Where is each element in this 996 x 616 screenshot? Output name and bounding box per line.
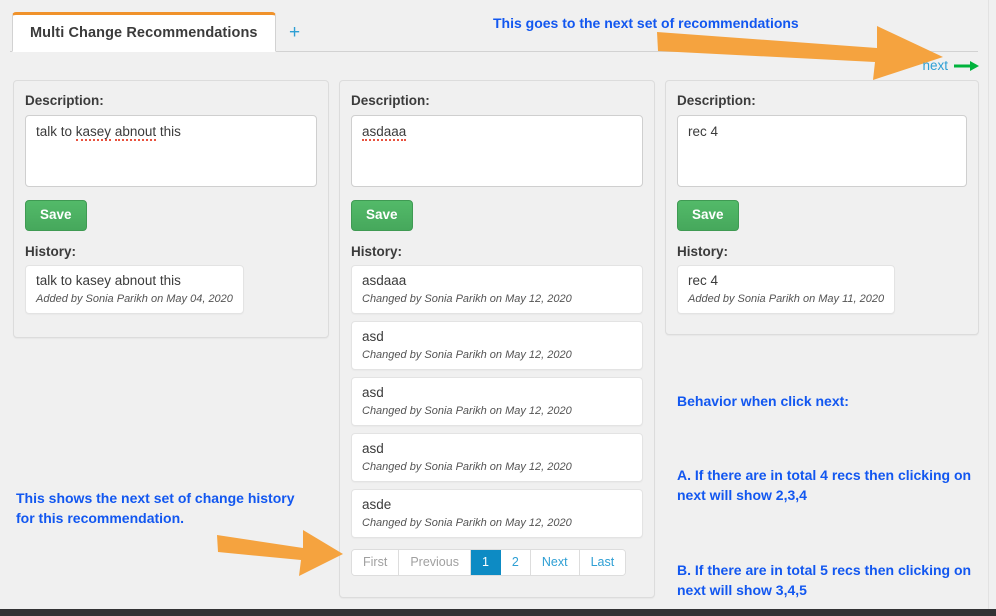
history-item: asd Changed by Sonia Parikh on May 12, 2… xyxy=(351,376,643,426)
desc-text-3: rec 4 xyxy=(688,124,719,139)
plus-icon: + xyxy=(289,21,301,43)
history-label-3: History: xyxy=(677,243,729,259)
annotation-change-history: This shows the next set of change histor… xyxy=(16,490,295,526)
recommendation-card-1: Description: talk to kasey abnout this S… xyxy=(13,80,329,338)
annotation-next-recommendations: This goes to the next set of recommendat… xyxy=(493,15,799,31)
description-label-2: Description: xyxy=(351,93,430,108)
pagination-first[interactable]: First xyxy=(352,549,400,575)
description-input-3[interactable]: rec 4 xyxy=(677,115,967,187)
arrow-right-icon xyxy=(954,60,979,71)
history-item-meta: Changed by Sonia Parikh on May 12, 2020 xyxy=(362,516,572,529)
tab-multi-change-recommendations[interactable]: Multi Change Recommendations xyxy=(12,12,276,52)
desc-text-pre-1: talk to xyxy=(36,124,76,139)
app-root: Multi Change Recommendations + next Desc… xyxy=(0,0,996,616)
history-item-text: asdaaa xyxy=(362,272,407,288)
description-label-1: Description: xyxy=(25,93,104,108)
add-tab-button[interactable]: + xyxy=(275,12,314,52)
history-item-meta: Added by Sonia Parikh on May 11, 2020 xyxy=(688,292,885,305)
annotation-behavior-heading: Behavior when click next: xyxy=(677,392,849,409)
description-input-1[interactable]: talk to kasey abnout this xyxy=(25,115,317,187)
history-item: asd Changed by Sonia Parikh on May 12, 2… xyxy=(351,432,643,482)
save-button-3[interactable]: Save xyxy=(677,200,739,231)
next-recommendations-link[interactable]: next xyxy=(922,58,980,73)
save-button-2[interactable]: Save xyxy=(351,200,413,231)
desc-text-post-1: this xyxy=(156,124,181,139)
pagination-last[interactable]: Last xyxy=(579,549,626,575)
history-item-text: talk to kasey abnout this xyxy=(36,272,181,288)
pagination-previous[interactable]: Previous xyxy=(399,549,471,575)
annotation-behavior-b: B. If there are in total 5 recs then cli… xyxy=(677,561,972,598)
history-item-text: asd xyxy=(362,384,384,400)
recommendation-card-2: Description: asdaaa Save History: asdaaa… xyxy=(339,80,655,598)
pagination-page-2[interactable]: 2 xyxy=(500,549,531,575)
history-pagination[interactable]: First Previous 1 2 Next Last xyxy=(351,548,627,576)
desc-misspelled-1: kasey xyxy=(75,124,112,141)
annotation-behavior-a: A. If there are in total 4 recs then cli… xyxy=(677,467,972,504)
save-button-1[interactable]: Save xyxy=(25,200,87,231)
desc-misspelled-2: abnout xyxy=(114,124,157,141)
window-right-edge xyxy=(988,0,996,616)
history-item-meta: Changed by Sonia Parikh on May 12, 2020 xyxy=(362,460,572,473)
recommendation-card-3: Description: rec 4 Save History: rec 4 A… xyxy=(665,80,979,335)
history-item-meta: Changed by Sonia Parikh on May 12, 2020 xyxy=(362,292,572,305)
history-item: rec 4 Added by Sonia Parikh on May 11, 2… xyxy=(677,264,896,314)
history-item: asdaaa Changed by Sonia Parikh on May 12… xyxy=(351,264,643,314)
description-input-2[interactable]: asdaaa xyxy=(351,115,643,187)
history-item-text: asd xyxy=(362,328,384,344)
history-item-meta: Changed by Sonia Parikh on May 12, 2020 xyxy=(362,348,572,361)
description-label-3: Description: xyxy=(677,93,756,108)
history-item-text: rec 4 xyxy=(688,272,719,288)
history-item-text: asd xyxy=(362,440,384,456)
window-bottom-bar xyxy=(0,609,996,616)
pagination-page-1[interactable]: 1 xyxy=(470,549,501,575)
history-item-text: asde xyxy=(362,496,392,512)
history-item: asd Changed by Sonia Parikh on May 12, 2… xyxy=(351,320,643,370)
history-item: asde Changed by Sonia Parikh on May 12, … xyxy=(351,488,643,538)
annotation-next-behavior: Behavior when click next: A. If there ar… xyxy=(677,352,996,616)
history-label-2: History: xyxy=(351,243,403,259)
history-item-meta: Added by Sonia Parikh on May 04, 2020 xyxy=(36,292,233,305)
history-label-1: History: xyxy=(25,243,77,259)
next-link-label: next xyxy=(922,58,948,73)
annotation-arrow-left-icon xyxy=(217,530,343,576)
pagination-next[interactable]: Next xyxy=(530,549,580,575)
history-item: talk to kasey abnout this Added by Sonia… xyxy=(25,264,244,314)
desc-text-2: asdaaa xyxy=(362,124,407,141)
tab-label: Multi Change Recommendations xyxy=(30,25,258,41)
history-item-meta: Changed by Sonia Parikh on May 12, 2020 xyxy=(362,404,572,417)
